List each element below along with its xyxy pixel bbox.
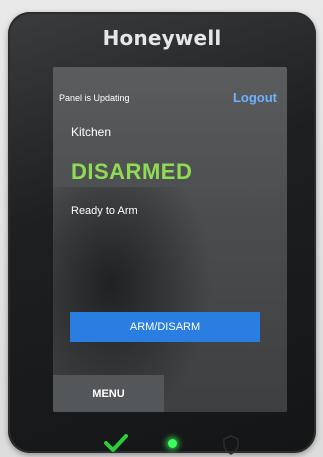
menu-button[interactable]: MENU [53,375,164,412]
status-bar: Panel is Updating Logout [53,89,287,107]
check-icon [104,434,128,452]
photo-background: Honeywell Panel is Updating Logout Kitch… [0,0,323,457]
shield-icon [223,435,239,455]
arm-state-label: DISARMED [71,159,193,184]
arm-disarm-button[interactable]: ARM/DISARM [70,312,260,342]
update-status-text: Panel is Updating [59,93,130,103]
touch-screen: Panel is Updating Logout Kitchen DISARME… [53,67,287,412]
ready-status-text: Ready to Arm [71,205,138,217]
logout-link[interactable]: Logout [233,90,277,105]
brand-logo: Honeywell [102,26,222,50]
partition-name: Kitchen [71,125,112,139]
power-led-icon [168,439,177,448]
keypad-device: Honeywell Panel is Updating Logout Kitch… [8,12,316,455]
